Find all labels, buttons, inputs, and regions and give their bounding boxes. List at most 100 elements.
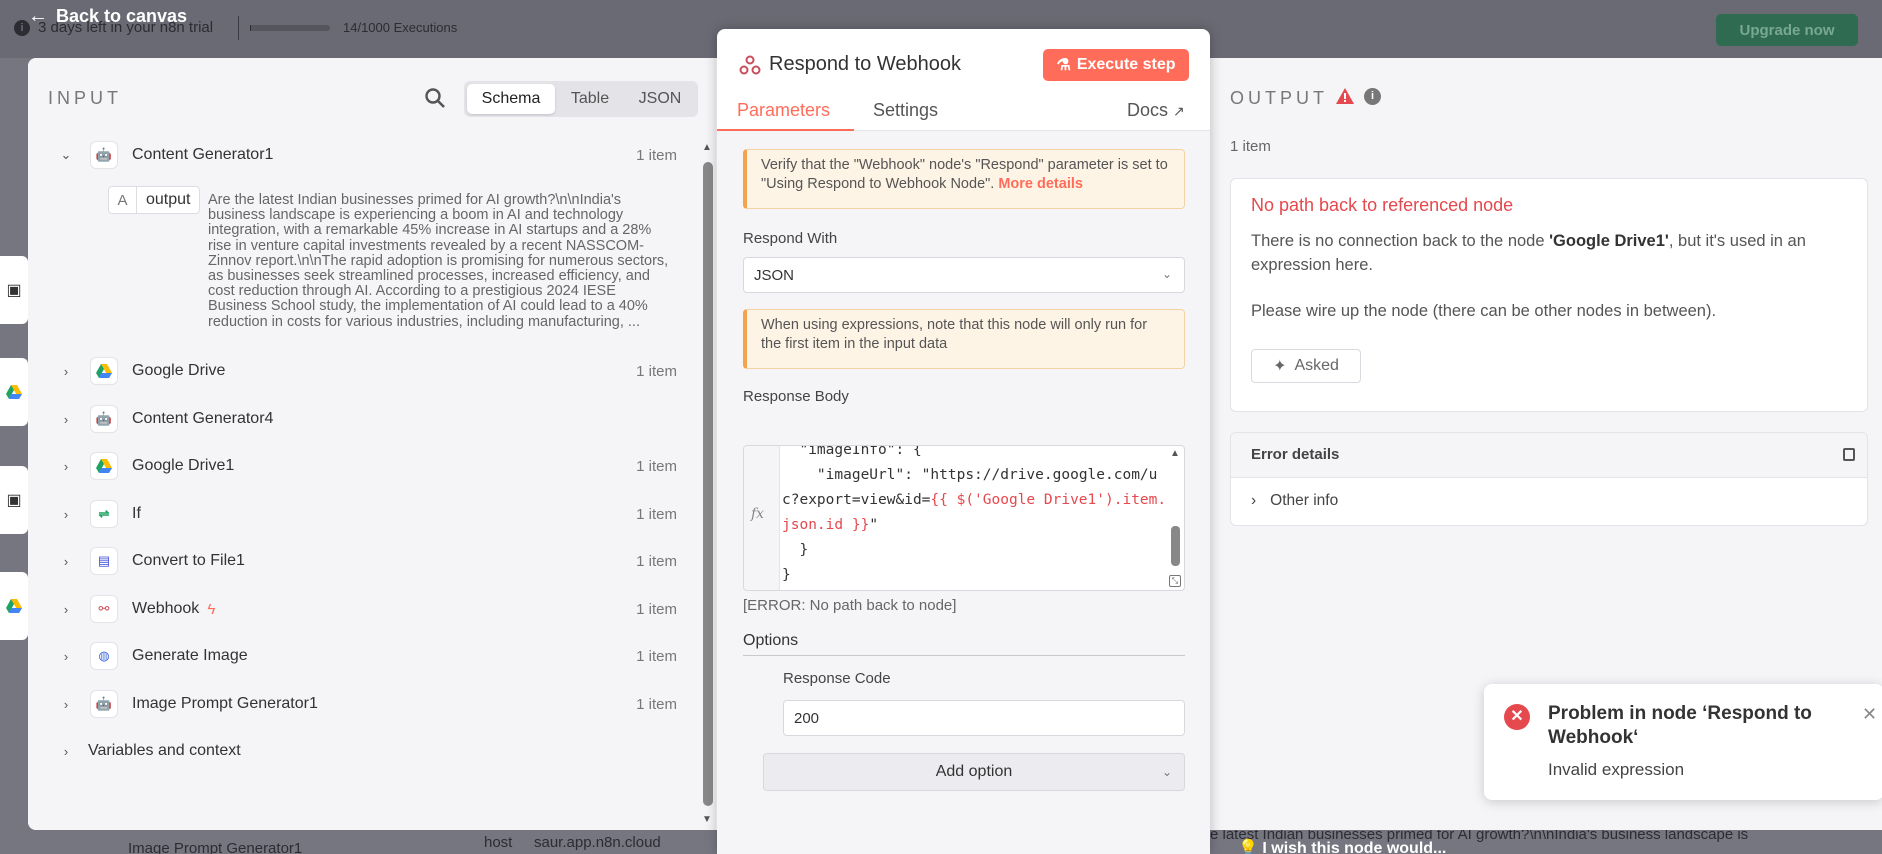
feedback-link[interactable]: 💡 I wish this node would... xyxy=(1238,838,1446,854)
response-body-label: Response Body xyxy=(743,388,849,405)
chevron-right-icon: › xyxy=(63,743,69,759)
back-to-canvas-link[interactable]: ← Back to canvas xyxy=(28,5,187,28)
toast-title: Problem in node ‘Respond to Webhook‘ xyxy=(1548,703,1812,748)
response-code-label: Response Code xyxy=(783,670,891,687)
robot-icon: 🤖 xyxy=(90,141,118,169)
add-option-button[interactable]: Add option ⌄ xyxy=(763,753,1185,791)
input-node-google-drive[interactable]: › Google Drive 1 item xyxy=(56,351,680,391)
scroll-up-icon[interactable]: ▲ xyxy=(702,142,712,153)
node-count: 1 item xyxy=(636,600,677,618)
canvas-node-drive-2 xyxy=(0,572,28,640)
search-icon[interactable] xyxy=(424,87,446,109)
field-value: Are the latest Indian businesses primed … xyxy=(208,192,669,330)
tab-table[interactable]: Table xyxy=(555,84,625,114)
upgrade-button[interactable]: Upgrade now xyxy=(1716,14,1858,46)
response-code-value: 200 xyxy=(794,709,820,727)
execute-step-button[interactable]: ⚗ Execute step xyxy=(1043,49,1189,81)
canvas-node-robot-2: ▣ xyxy=(0,466,28,534)
tab-settings[interactable]: Settings xyxy=(873,100,938,121)
copy-icon[interactable] xyxy=(1843,448,1855,461)
upgrade-label: Upgrade now xyxy=(1739,21,1835,39)
respond-with-value: JSON xyxy=(754,266,795,284)
expression-notice: When using expressions, note that this n… xyxy=(743,309,1185,369)
arrow-left-icon: ← xyxy=(28,5,48,27)
response-body-editor[interactable]: fx "imageInfo": { "imageUrl": "https://d… xyxy=(743,445,1185,591)
chevron-down-icon: ⌄ xyxy=(1161,765,1172,779)
scroll-down-icon[interactable]: ▼ xyxy=(702,814,712,825)
error-details-header: Error details xyxy=(1231,433,1867,478)
input-node-webhook[interactable]: › ⚯ Webhook ϟ 1 item xyxy=(56,589,680,629)
options-label: Options xyxy=(743,632,799,649)
variables-and-context[interactable]: › Variables and context xyxy=(56,731,680,771)
node-name: Google Drive xyxy=(132,362,226,379)
output-label: OUTPUT xyxy=(1230,88,1328,108)
google-drive-icon xyxy=(90,452,118,480)
input-node-convert-to-file1[interactable]: › ▤ Convert to File1 1 item xyxy=(56,541,680,581)
executions-progress xyxy=(250,25,330,31)
code-scrollbar[interactable]: ▲ xyxy=(1169,448,1181,568)
chevron-right-icon: › xyxy=(63,363,69,379)
tab-schema[interactable]: Schema xyxy=(467,84,555,114)
chevron-right-icon: › xyxy=(63,553,69,569)
node-name: If xyxy=(132,505,141,522)
expression-fx-icon: fx xyxy=(744,446,780,590)
node-name: Content Generator1 xyxy=(132,146,274,163)
warning-icon xyxy=(1336,88,1354,104)
other-info-label: Other info xyxy=(1270,492,1339,509)
response-code-input[interactable]: 200 xyxy=(783,700,1185,736)
input-scrollbar[interactable]: ▲ ▼ xyxy=(701,142,715,828)
error-title: No path back to referenced node xyxy=(1251,195,1514,215)
tab-parameters[interactable]: Parameters xyxy=(737,100,830,121)
schema-field-output[interactable]: A output xyxy=(108,186,201,214)
robot-icon: 🤖 xyxy=(90,690,118,718)
chevron-right-icon: › xyxy=(1251,492,1257,509)
more-details-link[interactable]: More details xyxy=(998,176,1083,192)
divider xyxy=(238,16,239,40)
node-count: 1 item xyxy=(636,647,677,665)
error-desc-text: There is no connection back to the node xyxy=(1251,232,1550,250)
chevron-right-icon: › xyxy=(63,601,69,617)
input-node-image-prompt-generator1[interactable]: › 🤖 Image Prompt Generator1 1 item xyxy=(56,684,680,724)
error-card: No path back to referenced node There is… xyxy=(1230,178,1868,412)
docs-link[interactable]: Docs ↗ xyxy=(1127,100,1185,121)
input-node-content-generator4[interactable]: › 🤖 Content Generator4 xyxy=(56,399,680,439)
chevron-right-icon: › xyxy=(63,411,69,427)
input-node-generate-image[interactable]: › ◍ Generate Image 1 item xyxy=(56,636,680,676)
info-icon[interactable]: i xyxy=(1364,88,1381,105)
robot-icon: 🤖 xyxy=(90,405,118,433)
respond-with-select[interactable]: JSON ⌄ xyxy=(743,257,1185,293)
code-content[interactable]: "imageInfo": { "imageUrl": "https://driv… xyxy=(782,446,1168,588)
input-node-content-generator1[interactable]: ⌄ 🤖 Content Generator1 1 item xyxy=(56,135,680,175)
expression-error-text: [ERROR: No path back to node] xyxy=(743,597,957,614)
input-node-if[interactable]: › ⇌ If 1 item xyxy=(56,494,680,534)
add-option-label: Add option xyxy=(935,763,1013,780)
input-node-google-drive1[interactable]: › Google Drive1 1 item xyxy=(56,446,680,486)
output-count: 1 item xyxy=(1230,138,1271,155)
error-hint: Please wire up the node (there can be ot… xyxy=(1251,302,1717,320)
chevron-down-icon: ⌄ xyxy=(1161,267,1172,281)
webhook-icon xyxy=(739,55,761,75)
trigger-bolt-icon: ϟ xyxy=(207,600,216,618)
code-scroll-thumb[interactable] xyxy=(1171,526,1180,566)
asked-button[interactable]: ✦ Asked xyxy=(1251,349,1361,383)
other-info-toggle[interactable]: › Other info xyxy=(1251,492,1338,510)
close-icon[interactable]: ✕ xyxy=(1862,704,1877,725)
scroll-thumb[interactable] xyxy=(703,162,713,806)
error-details-card: Error details › Other info xyxy=(1230,432,1868,526)
node-count: 1 item xyxy=(636,552,677,570)
resize-icon[interactable]: ⤡ xyxy=(1169,575,1181,587)
robot-icon: ▣ xyxy=(6,492,22,509)
webhook-icon: ⚯ xyxy=(90,595,118,623)
scroll-up-icon[interactable]: ▲ xyxy=(1170,448,1180,459)
google-drive-icon xyxy=(6,599,22,613)
external-link-icon: ↗ xyxy=(1173,103,1185,119)
chevron-right-icon: › xyxy=(63,458,69,474)
error-node-name: 'Google Drive1' xyxy=(1549,232,1669,250)
node-name: Google Drive1 xyxy=(132,457,235,474)
notice-text: Verify that the "Webhook" node's "Respon… xyxy=(761,157,1168,192)
node-parameters-panel: Respond to Webhook ⚗ Execute step Paramet… xyxy=(717,29,1210,854)
google-drive-icon xyxy=(6,385,22,399)
string-type-icon: A xyxy=(109,187,137,213)
tab-json[interactable]: JSON xyxy=(625,84,695,114)
chevron-right-icon: › xyxy=(63,648,69,664)
